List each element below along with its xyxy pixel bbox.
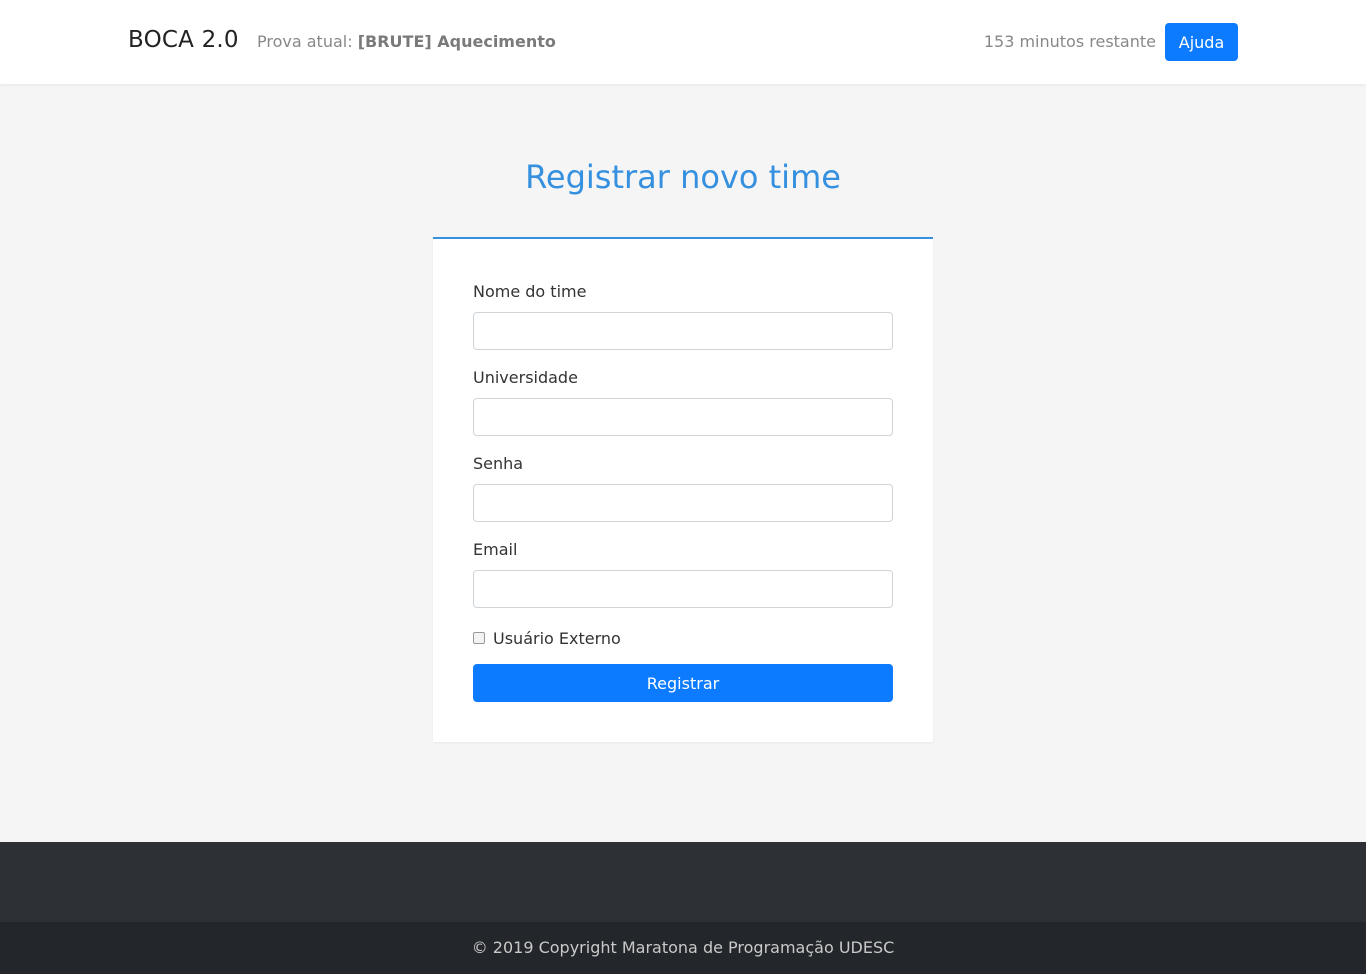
register-button[interactable]: Registrar <box>473 664 893 702</box>
footer: © 2019 Copyright Maratona de Programação… <box>0 922 1366 974</box>
external-user-label[interactable]: Usuário Externo <box>493 629 621 648</box>
contest-name: [BRUTE] Aquecimento <box>357 32 556 51</box>
register-team-card: Nome do time Universidade Senha Email Us… <box>433 237 933 742</box>
top-navbar: BOCA 2.0 Prova atual: [BRUTE] Aqueciment… <box>0 0 1366 84</box>
email-label: Email <box>473 540 518 559</box>
help-button[interactable]: Ajuda <box>1165 23 1238 61</box>
current-contest: Prova atual: [BRUTE] Aquecimento <box>257 32 556 51</box>
copyright-text: © 2019 Copyright Maratona de Programação… <box>471 938 895 957</box>
page-title: Registrar novo time <box>525 158 841 196</box>
time-remaining: 153 minutos restante <box>983 32 1156 51</box>
email-input[interactable] <box>473 570 893 608</box>
team-name-input[interactable] <box>473 312 893 350</box>
contest-prefix: Prova atual: <box>257 32 353 51</box>
university-input[interactable] <box>473 398 893 436</box>
team-name-label: Nome do time <box>473 282 587 301</box>
external-user-option[interactable]: Usuário Externo <box>473 627 621 649</box>
external-user-checkbox[interactable] <box>473 632 485 644</box>
brand-logo[interactable]: BOCA 2.0 <box>128 27 239 53</box>
footer-top-band <box>0 842 1366 922</box>
password-label: Senha <box>473 454 524 473</box>
password-input[interactable] <box>473 484 893 522</box>
university-label: Universidade <box>473 368 578 387</box>
